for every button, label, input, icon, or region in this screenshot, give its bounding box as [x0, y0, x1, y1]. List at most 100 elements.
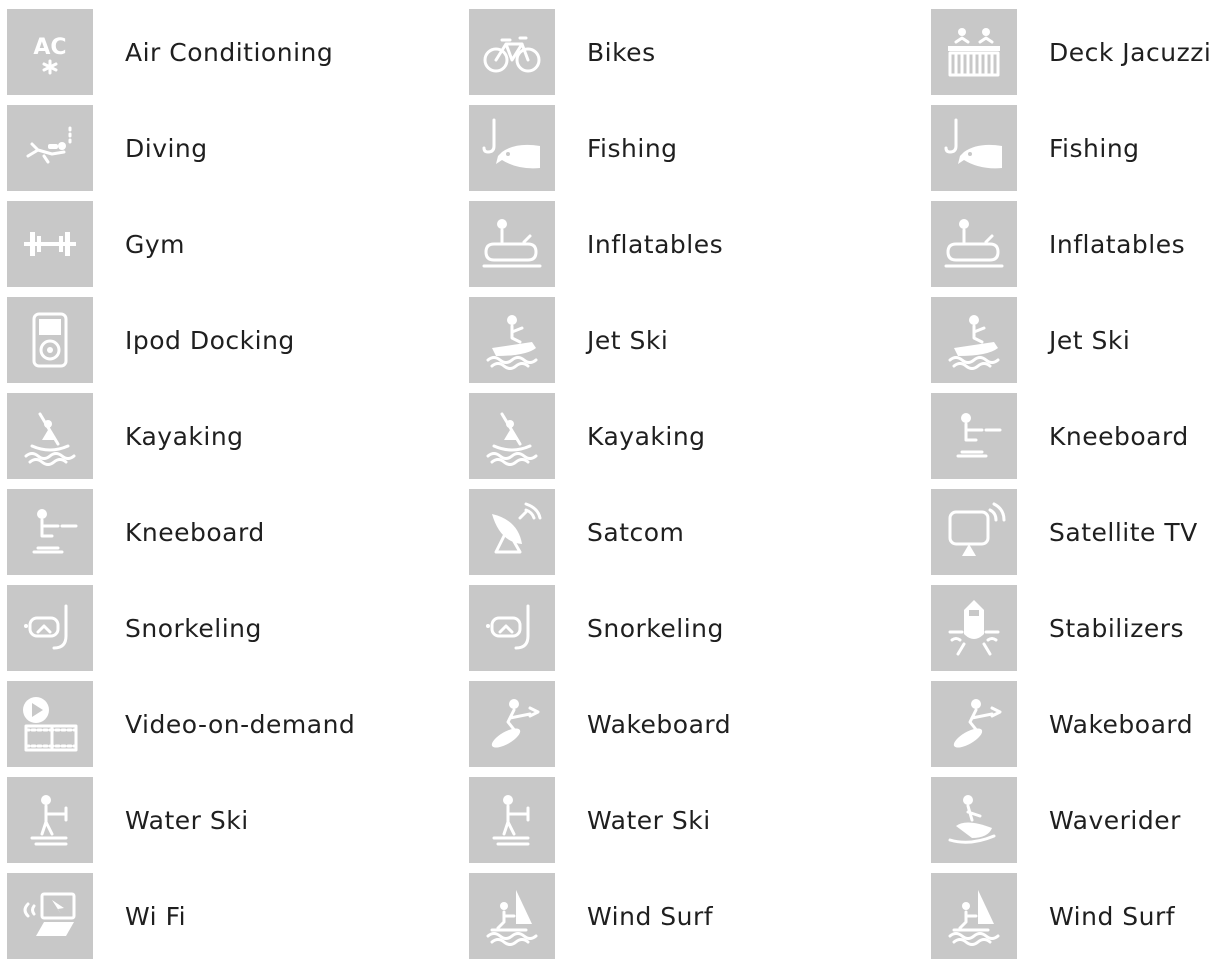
kayaking-icon — [486, 412, 538, 466]
amenity-label: Diving — [125, 133, 208, 163]
amenity-item: Wi Fi — [7, 873, 355, 959]
amenity-label: Inflatables — [1049, 229, 1186, 259]
amenity-icon-tile — [7, 489, 93, 575]
amenity-item: Video-on-demand — [7, 681, 355, 767]
amenity-item: Wakeboard — [469, 681, 731, 767]
amenity-item: Wakeboard — [931, 681, 1211, 767]
amenity-icon-tile — [931, 393, 1017, 479]
waverider-icon — [948, 795, 996, 844]
amenity-icon-tile — [469, 393, 555, 479]
amenity-icon-tile — [469, 585, 555, 671]
amenity-label: Kneeboard — [1049, 421, 1189, 451]
amenity-label: Deck Jacuzzi — [1049, 37, 1212, 67]
amenity-label: Fishing — [1049, 133, 1140, 163]
amenity-item: Jet Ski — [931, 297, 1211, 383]
amenity-icon-tile — [469, 489, 555, 575]
amenity-label: Wakeboard — [1049, 709, 1194, 739]
diving-icon — [26, 126, 72, 164]
amenity-item: Diving — [7, 105, 355, 191]
amenity-label: Inflatables — [587, 229, 724, 259]
amenity-label: Water Ski — [587, 805, 711, 835]
amenity-icon-tile — [931, 297, 1017, 383]
amenity-item: Gym — [7, 201, 355, 287]
amenity-label: Stabilizers — [1049, 613, 1185, 643]
jet-ski-icon — [486, 315, 538, 370]
amenity-item: Kneeboard — [7, 489, 355, 575]
wakeboard-icon — [491, 699, 540, 748]
amenity-label: Gym — [125, 229, 186, 259]
amenity-item: Kneeboard — [931, 393, 1211, 479]
amenity-icon-tile — [469, 201, 555, 287]
amenity-icon-tile — [469, 681, 555, 767]
amenity-icon-tile — [7, 297, 93, 383]
fishing-icon — [944, 118, 1002, 169]
ipod-docking-icon — [32, 312, 68, 368]
wind-surf-icon — [948, 890, 1000, 946]
amenity-icon-tile — [7, 585, 93, 671]
amenity-item: Wind Surf — [931, 873, 1211, 959]
amenity-label: Wind Surf — [587, 901, 714, 931]
amenity-label: Waverider — [1049, 805, 1181, 835]
snorkeling-icon — [24, 604, 68, 650]
amenity-label: Snorkeling — [125, 613, 262, 643]
wifi-icon — [23, 892, 76, 936]
satcom-icon — [492, 502, 542, 554]
amenity-icon-tile — [7, 201, 93, 287]
stabilizers-icon — [948, 600, 1000, 656]
amenity-item: Fishing — [931, 105, 1211, 191]
amenity-icon-tile — [7, 777, 93, 863]
satellite-tv-icon — [948, 502, 1006, 556]
amenity-label: Wakeboard — [587, 709, 732, 739]
amenity-icon-tile — [469, 9, 555, 95]
amenities-column-1: AC Air Conditioning Diving Gym Ipod Docking K… — [7, 9, 355, 969]
amenity-icon-tile — [931, 777, 1017, 863]
wind-surf-icon — [486, 890, 538, 946]
amenity-icon-tile — [931, 585, 1017, 671]
amenity-item: Deck Jacuzzi — [931, 9, 1211, 95]
amenity-label: Wi Fi — [125, 901, 187, 931]
amenity-icon-tile — [7, 681, 93, 767]
amenity-item: Wind Surf — [469, 873, 731, 959]
water-ski-icon — [492, 795, 530, 846]
snorkeling-icon — [486, 604, 530, 650]
video-on-demand-icon — [23, 697, 78, 752]
amenity-icon-tile — [469, 105, 555, 191]
amenity-label: Jet Ski — [1049, 325, 1131, 355]
amenities-column-2: Bikes Fishing Inflatables Jet Ski Kayaking Sa… — [469, 9, 731, 969]
gym-icon — [24, 232, 76, 256]
amenity-item: Inflatables — [931, 201, 1211, 287]
fishing-icon — [482, 118, 540, 169]
amenities-grid: AC Air Conditioning Diving Gym Ipod Docking K… — [0, 0, 1230, 959]
amenity-icon-tile — [469, 777, 555, 863]
amenity-icon-tile — [931, 489, 1017, 575]
inflatables-icon — [944, 219, 1004, 268]
amenity-icon-tile — [931, 105, 1017, 191]
amenity-item: AC Air Conditioning — [7, 9, 355, 95]
amenity-label: Kneeboard — [125, 517, 265, 547]
jet-ski-icon — [948, 315, 1000, 370]
amenity-label: Air Conditioning — [125, 37, 334, 67]
amenity-item: Satcom — [469, 489, 731, 575]
amenity-item: Waverider — [931, 777, 1211, 863]
amenity-icon-tile — [931, 201, 1017, 287]
amenity-label: Kayaking — [587, 421, 706, 451]
kneeboard-icon — [956, 413, 1002, 458]
amenity-item: Bikes — [469, 9, 731, 95]
amenity-item: Stabilizers — [931, 585, 1211, 671]
wakeboard-icon — [953, 699, 1002, 748]
amenity-label: Video-on-demand — [125, 709, 356, 739]
amenity-icon-tile — [469, 297, 555, 383]
amenity-item: Snorkeling — [7, 585, 355, 671]
amenity-label: Snorkeling — [587, 613, 724, 643]
air-conditioning-icon: AC — [33, 35, 67, 75]
amenity-icon-tile: AC — [7, 9, 93, 95]
amenity-icon-tile — [931, 873, 1017, 959]
amenity-icon-tile — [7, 105, 93, 191]
inflatables-icon — [482, 219, 542, 268]
amenity-item: Satellite TV — [931, 489, 1211, 575]
amenity-item: Jet Ski — [469, 297, 731, 383]
kneeboard-icon — [32, 509, 78, 554]
amenity-label: Fishing — [587, 133, 678, 163]
svg-text:AC: AC — [33, 35, 66, 60]
amenity-icon-tile — [7, 393, 93, 479]
